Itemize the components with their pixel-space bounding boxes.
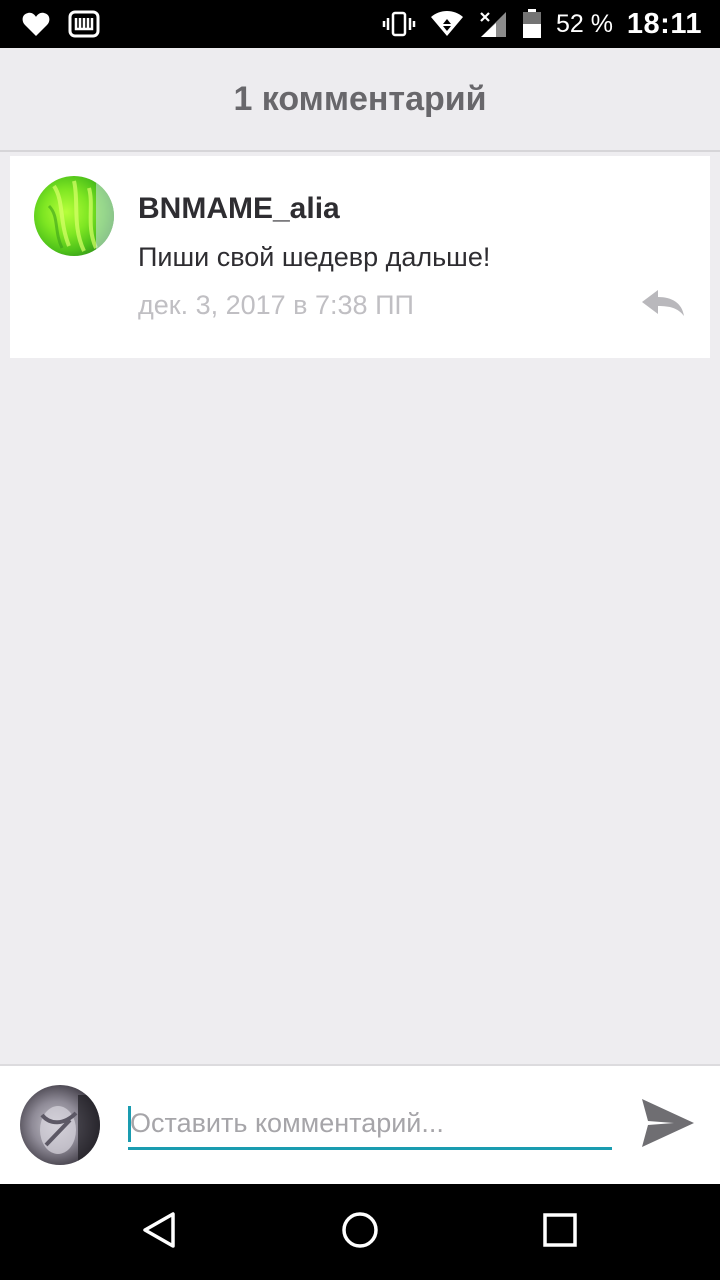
avatar	[20, 1085, 100, 1165]
home-button[interactable]	[338, 1210, 382, 1254]
back-button[interactable]	[138, 1210, 182, 1254]
wattpad-w-icon	[68, 10, 100, 38]
comment-input[interactable]	[128, 1100, 612, 1150]
page-title: 1 комментарий	[233, 79, 487, 118]
recents-icon	[540, 1210, 580, 1255]
status-bar: 52 % 18:11	[0, 0, 720, 48]
comment-text: Пиши свой шедевр дальше!	[138, 242, 491, 272]
reply-icon[interactable]	[640, 288, 686, 322]
send-button[interactable]	[636, 1096, 700, 1154]
comment-item: BNMAME_alia Пиши свой шедевр дальше! дек…	[10, 156, 710, 358]
battery-icon	[522, 9, 542, 39]
comment-input-bar	[0, 1064, 720, 1184]
status-bar-right: 52 % 18:11	[382, 8, 702, 41]
avatar[interactable]	[34, 176, 114, 256]
home-icon	[340, 1210, 380, 1255]
recents-button[interactable]	[538, 1210, 582, 1254]
text-cursor	[128, 1106, 131, 1142]
comments-header: 1 комментарий	[0, 48, 720, 152]
vibrate-icon	[382, 10, 416, 38]
navigation-bar	[0, 1184, 720, 1280]
comment-timestamp: дек. 3, 2017 в 7:38 ПП	[138, 290, 414, 320]
clock: 18:11	[626, 7, 702, 40]
battery-percent: 52 %	[555, 9, 613, 38]
send-icon	[640, 1097, 696, 1154]
wifi-icon	[430, 10, 464, 38]
back-icon	[140, 1210, 180, 1255]
signal-icon	[478, 10, 508, 38]
comment-author[interactable]: BNMAME_alia	[138, 192, 340, 226]
status-bar-left	[22, 10, 100, 38]
heart-icon	[22, 11, 50, 37]
